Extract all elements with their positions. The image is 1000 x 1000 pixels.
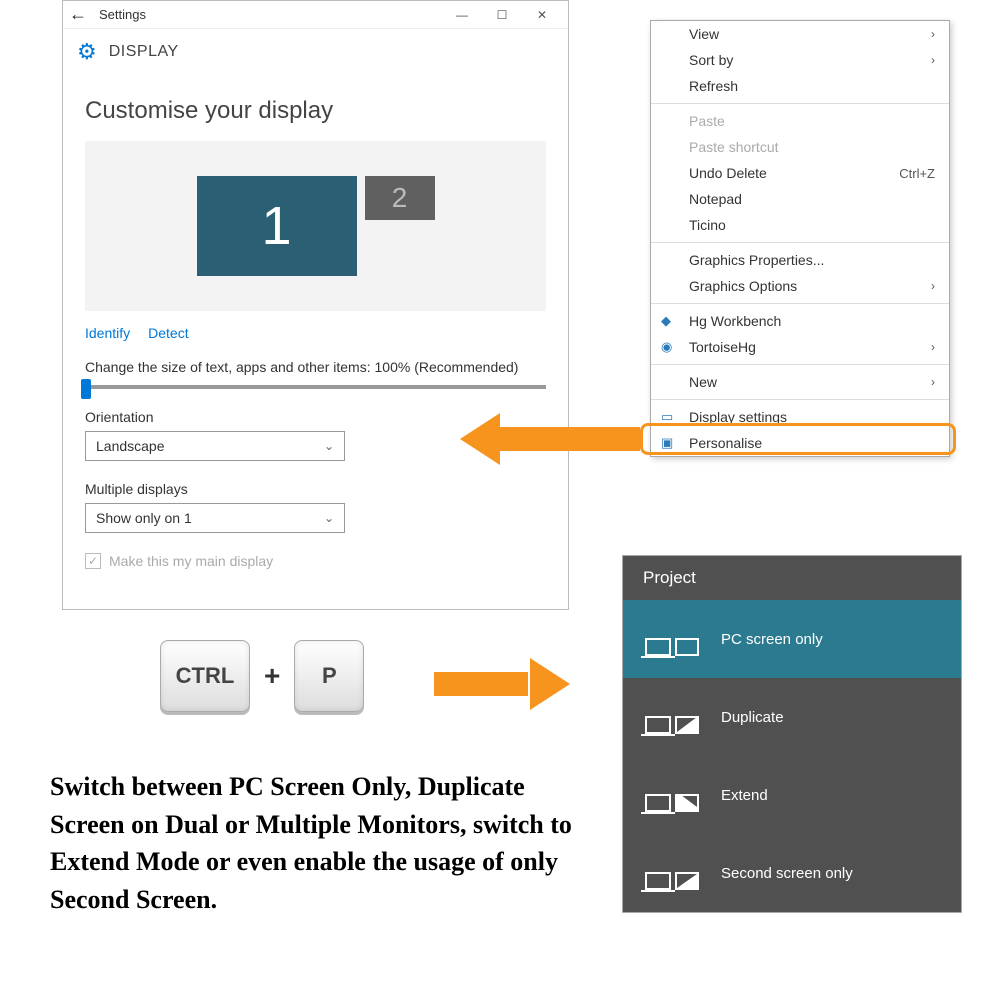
- p-key: P: [294, 640, 364, 712]
- cm-hg[interactable]: ◆Hg Workbench: [651, 308, 949, 334]
- project-label: Second screen only: [721, 865, 853, 882]
- multiple-dropdown[interactable]: Show only on 1 ⌄: [85, 503, 345, 533]
- ctrl-key: CTRL: [160, 640, 250, 712]
- pc-only-icon: [645, 622, 699, 656]
- close-button[interactable]: ✕: [522, 8, 562, 22]
- separator: [651, 103, 949, 104]
- monitor-2[interactable]: 2: [365, 176, 435, 220]
- multiple-label: Multiple displays: [85, 481, 546, 497]
- arrow-right: [434, 658, 570, 708]
- orientation-value: Landscape: [96, 438, 165, 454]
- window-title: Settings: [99, 7, 442, 22]
- main-display-row: ✓ Make this my main display: [85, 553, 546, 569]
- separator: [651, 303, 949, 304]
- plus-icon: +: [264, 660, 280, 692]
- duplicate-icon: [645, 700, 699, 734]
- page-title: Customise your display: [85, 97, 546, 125]
- cm-graphics-props[interactable]: Graphics Properties...: [651, 247, 949, 273]
- cm-view[interactable]: View›: [651, 21, 949, 47]
- separator: [651, 399, 949, 400]
- project-panel: Project PC screen only Duplicate Extend …: [622, 555, 962, 913]
- detect-link[interactable]: Detect: [148, 325, 188, 341]
- minimize-button[interactable]: —: [442, 8, 482, 22]
- project-label: Extend: [721, 787, 768, 804]
- separator: [651, 364, 949, 365]
- cm-sort[interactable]: Sort by›: [651, 47, 949, 73]
- chevron-down-icon: ⌄: [324, 439, 334, 453]
- identify-link[interactable]: Identify: [85, 325, 130, 341]
- monitor-preview[interactable]: 1 2: [85, 141, 546, 311]
- tortoisehg-icon: ◉: [661, 339, 677, 355]
- chevron-down-icon: ⌄: [324, 511, 334, 525]
- back-icon[interactable]: ←: [69, 4, 87, 25]
- settings-content: Customise your display 1 2 Identify Dete…: [63, 75, 568, 569]
- maximize-button[interactable]: ☐: [482, 8, 522, 22]
- cm-ticino[interactable]: Ticino: [651, 212, 949, 238]
- cm-graphics-opts[interactable]: Graphics Options›: [651, 273, 949, 299]
- titlebar: ← Settings — ☐ ✕: [63, 1, 568, 29]
- cm-notepad[interactable]: Notepad: [651, 186, 949, 212]
- project-label: PC screen only: [721, 631, 823, 648]
- chevron-right-icon: ›: [931, 53, 935, 67]
- hg-icon: ◆: [661, 313, 677, 329]
- chevron-right-icon: ›: [931, 279, 935, 293]
- gear-icon: ⚙: [77, 39, 97, 65]
- caption-text: Switch between PC Screen Only, Duplicate…: [50, 768, 590, 919]
- settings-window: ← Settings — ☐ ✕ ⚙ DISPLAY Customise you…: [62, 0, 569, 610]
- orientation-dropdown[interactable]: Landscape ⌄: [85, 431, 345, 461]
- shortcut-text: Ctrl+Z: [899, 166, 935, 181]
- desktop-context-menu: View› Sort by› Refresh Paste Paste short…: [650, 20, 950, 457]
- size-slider[interactable]: [85, 385, 546, 389]
- second-only-icon: [645, 856, 699, 890]
- size-label: Change the size of text, apps and other …: [85, 359, 546, 375]
- project-duplicate[interactable]: Duplicate: [623, 678, 961, 756]
- links-row: Identify Detect: [85, 325, 546, 341]
- main-display-label: Make this my main display: [109, 553, 273, 569]
- chevron-right-icon: ›: [931, 27, 935, 41]
- chevron-right-icon: ›: [931, 375, 935, 389]
- monitor-1[interactable]: 1: [197, 176, 357, 276]
- extend-icon: [645, 778, 699, 812]
- cm-new[interactable]: New›: [651, 369, 949, 395]
- project-pc-only[interactable]: PC screen only: [623, 600, 961, 678]
- cm-paste-shortcut: Paste shortcut: [651, 134, 949, 160]
- project-second-only[interactable]: Second screen only: [623, 834, 961, 912]
- main-display-checkbox: ✓: [85, 553, 101, 569]
- slider-thumb[interactable]: [81, 379, 91, 399]
- project-label: Duplicate: [721, 709, 784, 726]
- cm-tortoisehg[interactable]: ◉TortoiseHg›: [651, 334, 949, 360]
- separator: [651, 242, 949, 243]
- chevron-right-icon: ›: [931, 340, 935, 354]
- highlight-box: [640, 423, 956, 455]
- header-text: DISPLAY: [109, 43, 179, 61]
- project-extend[interactable]: Extend: [623, 756, 961, 834]
- cm-undo[interactable]: Undo DeleteCtrl+Z: [651, 160, 949, 186]
- cm-paste: Paste: [651, 108, 949, 134]
- multiple-value: Show only on 1: [96, 510, 192, 526]
- keyboard-shortcut: CTRL + P: [160, 640, 364, 712]
- arrow-left: [460, 413, 650, 463]
- project-title: Project: [623, 556, 961, 600]
- header-row: ⚙ DISPLAY: [63, 29, 568, 75]
- cm-refresh[interactable]: Refresh: [651, 73, 949, 99]
